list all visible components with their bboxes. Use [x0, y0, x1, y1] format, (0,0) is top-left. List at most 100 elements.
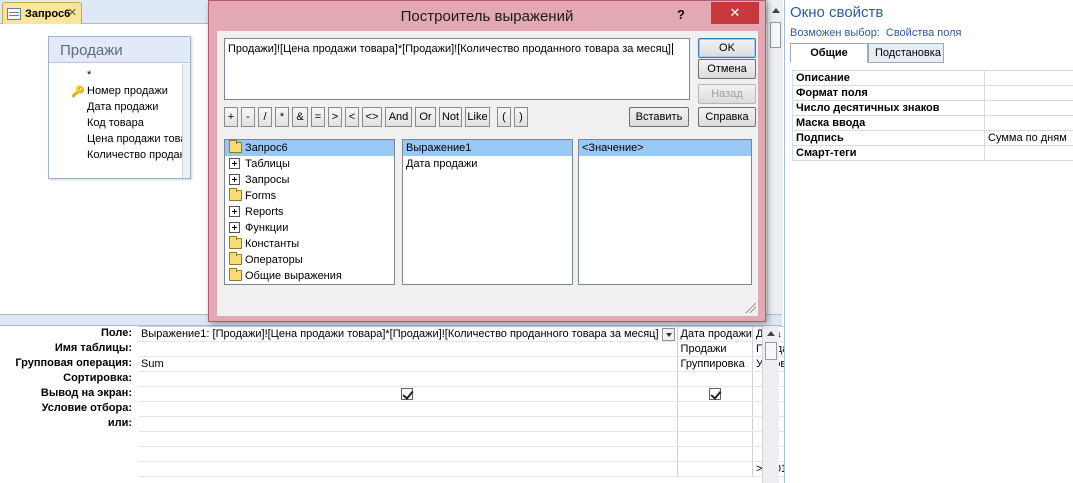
resize-grip[interactable] [744, 301, 756, 313]
property-name: Подпись [792, 130, 985, 146]
grid-cell-extra[interactable] [138, 461, 678, 477]
property-value-input[interactable] [984, 145, 1073, 161]
table-field-item[interactable]: Код товара [49, 115, 190, 131]
scroll-thumb[interactable] [770, 22, 781, 48]
grid-cell-or[interactable] [138, 416, 678, 432]
category-item[interactable]: Выражение1 [403, 140, 572, 156]
operator-button[interactable]: * [275, 107, 289, 127]
field-list-scrollbar[interactable] [182, 64, 190, 178]
category-item[interactable]: Дата продажи [403, 156, 572, 172]
tree-item[interactable]: Константы [225, 236, 394, 252]
property-value-input[interactable] [984, 85, 1073, 101]
grid-cell-or[interactable] [677, 416, 753, 432]
operator-button[interactable]: And [385, 107, 412, 127]
scroll-thumb[interactable] [765, 342, 777, 360]
dialog-client-area: Продажи]![Цена продажи товара]*[Продажи]… [217, 31, 758, 316]
operator-button[interactable]: <> [362, 107, 382, 127]
close-dialog-button[interactable]: ✕ [711, 2, 759, 24]
property-row: Смарт-теги [792, 145, 1073, 161]
table-field-list[interactable]: Продажи * 🔑 Номер продажи Дата продажи Код т… [48, 36, 191, 179]
tree-item[interactable]: Запрос6 [225, 140, 394, 156]
insert-button[interactable]: Вставить [629, 107, 689, 127]
grid-vertical-scrollbar[interactable] [762, 326, 779, 483]
operator-button[interactable]: - [241, 107, 255, 127]
operator-button[interactable]: < [345, 107, 359, 127]
tree-item[interactable]: Reports [225, 204, 394, 220]
close-tab-icon[interactable]: ✕ [68, 6, 77, 19]
scroll-up-arrow-icon[interactable] [767, 331, 775, 336]
plus-icon[interactable] [229, 174, 240, 185]
operator-button[interactable]: = [311, 107, 325, 127]
tree-item[interactable]: Функции [225, 220, 394, 236]
grid-cell-sort[interactable] [138, 371, 678, 387]
show-checkbox[interactable] [708, 388, 721, 401]
property-value-input[interactable] [984, 100, 1073, 116]
grid-cell-blank1[interactable] [677, 431, 753, 447]
element-tree-list[interactable]: Запрос6 Таблицы Запросы Forms Reports Функции… [224, 139, 395, 285]
tree-item[interactable]: Операторы [225, 252, 394, 268]
operator-button[interactable]: ) [514, 107, 528, 127]
scroll-up-arrow-icon[interactable] [772, 8, 780, 13]
grid-cell-extra[interactable] [677, 461, 753, 477]
tree-item[interactable]: Общие выражения [225, 268, 394, 284]
tree-item-label: Общие выражения [245, 270, 342, 282]
selection-type-value: Свойства поля [885, 27, 962, 39]
table-field-item[interactable]: * [49, 67, 190, 83]
query-icon [7, 7, 21, 20]
grid-cell-blank1[interactable] [138, 431, 678, 447]
ok-button[interactable]: OK [698, 38, 756, 58]
back-button[interactable]: Назад [698, 84, 756, 104]
tree-item[interactable]: Forms [225, 188, 394, 204]
operator-button[interactable]: & [292, 107, 308, 127]
table-title[interactable]: Продажи [49, 37, 190, 63]
expression-input[interactable]: Продажи]![Цена продажи товара]*[Продажи]… [224, 38, 690, 100]
tree-item-label: Reports [245, 206, 284, 218]
table-field-item[interactable]: Количество проданного товара за месяц [49, 147, 190, 163]
grid-cell-field[interactable]: Дата продажи [677, 326, 753, 342]
plus-icon[interactable] [229, 222, 240, 233]
operator-button[interactable]: / [258, 107, 272, 127]
grid-cell-table[interactable]: Продажи [677, 341, 753, 357]
property-value-input[interactable]: Сумма по дням [984, 130, 1073, 146]
grid-cell-group[interactable]: Sum [138, 356, 678, 372]
cancel-button[interactable]: Отмена [698, 59, 756, 79]
grid-cell-blank2[interactable] [138, 446, 678, 462]
grid-cell-table[interactable] [138, 341, 678, 357]
show-checkbox-cell[interactable] [677, 386, 753, 402]
property-value-input[interactable] [984, 70, 1073, 86]
grid-cell-criteria[interactable] [677, 401, 753, 417]
element-value-list[interactable]: <Значение> [578, 139, 752, 285]
grid-cell-sort[interactable] [677, 371, 753, 387]
grid-cell-blank2[interactable] [677, 446, 753, 462]
element-category-list[interactable]: Выражение1 Дата продажи [402, 139, 573, 285]
property-value-input[interactable] [984, 115, 1073, 131]
show-checkbox[interactable] [401, 388, 414, 401]
tab-lookup[interactable]: Подстановка [868, 43, 944, 63]
plus-icon[interactable] [229, 158, 240, 169]
operator-button[interactable]: ( [497, 107, 511, 127]
help-question-icon[interactable]: ? [677, 7, 685, 22]
operator-button[interactable]: Not [439, 107, 462, 127]
plus-icon[interactable] [229, 206, 240, 217]
value-item[interactable]: <Значение> [579, 140, 751, 156]
tab-general[interactable]: Общие [790, 43, 868, 63]
selection-type-label: Возможен выбор: [790, 27, 880, 39]
grid-cell-criteria[interactable] [138, 401, 678, 417]
query-tab-label: Запрос6 [25, 7, 71, 20]
operator-button[interactable]: > [328, 107, 342, 127]
upper-vertical-scrollbar[interactable] [767, 0, 783, 314]
operator-button[interactable]: Or [415, 107, 436, 127]
help-button[interactable]: Справка [698, 107, 756, 127]
tree-item[interactable]: Таблицы [225, 156, 394, 172]
query-document-tab[interactable]: Запрос6 ✕ [2, 2, 82, 24]
table-field-item[interactable]: Цена продажи товара [49, 131, 190, 147]
table-field-item[interactable]: Дата продажи [49, 99, 190, 115]
table-field-item[interactable]: 🔑 Номер продажи [49, 83, 190, 99]
grid-cell-group[interactable]: Группировка [677, 356, 753, 372]
operator-button[interactable]: + [224, 107, 238, 127]
grid-cell-field[interactable]: Выражение1: [Продажи]![Цена продажи това… [138, 326, 678, 342]
dropdown-arrow-icon[interactable] [661, 328, 675, 341]
tree-item[interactable]: Запросы [225, 172, 394, 188]
operator-button[interactable]: Like [465, 107, 490, 127]
show-checkbox-cell[interactable] [138, 386, 678, 402]
